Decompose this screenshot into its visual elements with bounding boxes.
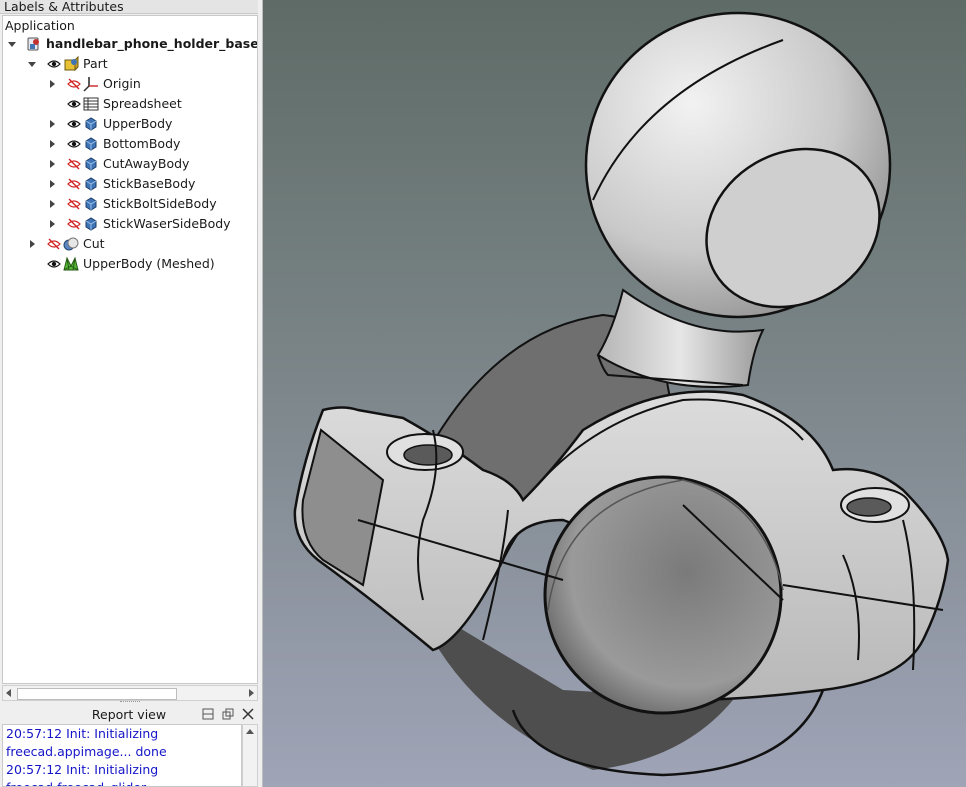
handlebar-holder-model[interactable] xyxy=(263,0,966,787)
eye-hidden-icon[interactable] xyxy=(67,157,81,171)
tree-item-label: Part xyxy=(83,56,108,71)
tree-item-label: BottomBody xyxy=(103,136,181,151)
scroll-left-icon[interactable] xyxy=(6,689,11,697)
report-view-log[interactable]: 20:57:12 Init: Initializing freecad.appi… xyxy=(2,724,242,787)
part-icon xyxy=(63,55,79,72)
tree-item-label: CutAwayBody xyxy=(103,156,190,171)
eye-icon[interactable] xyxy=(67,97,81,111)
3d-viewport[interactable] xyxy=(263,0,966,787)
expand-arrow-icon[interactable] xyxy=(50,180,55,188)
expand-arrow-icon[interactable] xyxy=(50,200,55,208)
eye-icon[interactable] xyxy=(47,57,61,71)
body-icon xyxy=(83,176,99,192)
scroll-right-icon[interactable] xyxy=(249,689,254,697)
expand-arrow-icon[interactable] xyxy=(50,140,55,148)
report-view-buttons xyxy=(202,708,258,722)
eye-icon[interactable] xyxy=(67,117,81,131)
collapse-arrow-icon[interactable] xyxy=(28,62,36,67)
eye-icon[interactable] xyxy=(47,257,61,271)
expand-arrow-icon[interactable] xyxy=(50,120,55,128)
tree-root-label: Application xyxy=(5,16,75,36)
tree-item-label: handlebar_phone_holder_base_ xyxy=(46,36,258,51)
tree-item-label: StickBoltSideBody xyxy=(103,196,217,211)
log-line: 20:57:12 Init: Initializing xyxy=(6,726,159,741)
eye-hidden-icon[interactable] xyxy=(67,217,81,231)
log-line: 20:57:12 Init: Initializing xyxy=(6,762,159,777)
body-icon xyxy=(83,156,99,172)
mesh-icon xyxy=(63,256,79,272)
scroll-up-icon[interactable] xyxy=(246,729,254,734)
log-line: freecad.freecad_glider... xyxy=(6,779,241,786)
tree-item-label: StickBaseBody xyxy=(103,176,196,191)
expand-arrow-icon[interactable] xyxy=(50,220,55,228)
close-icon[interactable] xyxy=(242,708,254,720)
eye-icon[interactable] xyxy=(67,137,81,151)
tree-view[interactable]: Application handlebar_phone_holder_base_… xyxy=(2,15,258,684)
body-icon xyxy=(83,196,99,212)
horizontal-scrollbar[interactable] xyxy=(2,685,258,701)
collapse-arrow-icon[interactable] xyxy=(8,42,16,47)
body-icon xyxy=(83,116,99,132)
body-icon xyxy=(83,136,99,152)
tree-item-label: Origin xyxy=(103,76,141,91)
tree-item-label: StickWaserSideBody xyxy=(103,216,231,231)
origin-icon xyxy=(83,76,99,92)
tree-item-label: UpperBody (Meshed) xyxy=(83,256,215,271)
spreadsheet-icon xyxy=(83,96,99,112)
application-label: Application xyxy=(5,18,75,33)
float-panel-icon[interactable] xyxy=(222,708,234,720)
expand-arrow-icon[interactable] xyxy=(50,80,55,88)
eye-hidden-icon[interactable] xyxy=(67,177,81,191)
expand-arrow-icon[interactable] xyxy=(50,160,55,168)
left-panel: Labels & Attributes Application handleba… xyxy=(0,0,263,787)
tree-item-label: Cut xyxy=(83,236,105,251)
log-line: freecad.appimage... done xyxy=(6,744,167,759)
eye-hidden-icon[interactable] xyxy=(67,197,81,211)
tree-item-document[interactable]: handlebar_phone_holder_base_ xyxy=(3,34,258,54)
tree-item-label: UpperBody xyxy=(103,116,173,131)
tree-item-label: Spreadsheet xyxy=(103,96,182,111)
document-icon xyxy=(25,36,41,52)
eye-hidden-icon[interactable] xyxy=(67,77,81,91)
minimize-panel-icon[interactable] xyxy=(202,708,214,720)
cut-icon xyxy=(63,236,79,252)
panel-title: Labels & Attributes xyxy=(0,0,258,14)
eye-hidden-icon[interactable] xyxy=(47,237,61,251)
report-vertical-scrollbar[interactable] xyxy=(242,724,258,787)
scrollbar-thumb[interactable] xyxy=(17,688,177,700)
body-icon xyxy=(83,216,99,232)
expand-arrow-icon[interactable] xyxy=(30,240,35,248)
